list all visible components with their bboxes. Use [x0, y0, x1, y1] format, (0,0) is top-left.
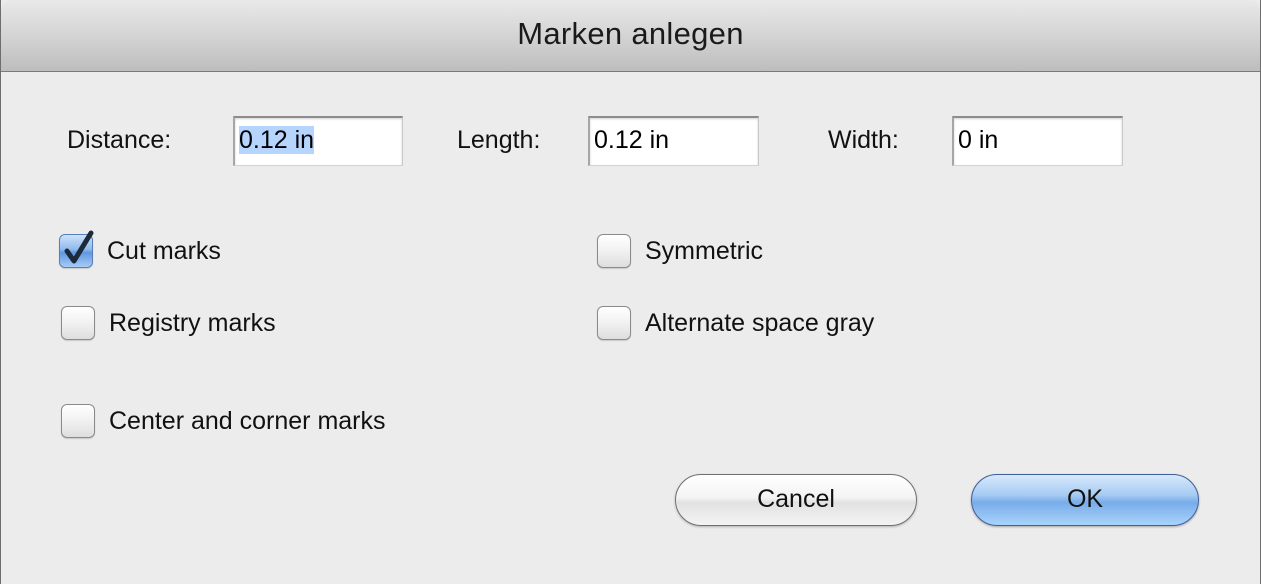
dialog-body: Distance: 0.12 in Length: 0.12 in Width:…: [1, 72, 1260, 584]
registry-marks-checkbox-box[interactable]: [61, 306, 95, 340]
center-corner-marks-checkbox-box[interactable]: [61, 404, 95, 438]
width-field[interactable]: 0 in: [952, 116, 1123, 166]
distance-field[interactable]: 0.12 in: [233, 116, 403, 166]
checkmark-icon: [64, 230, 94, 264]
symmetric-checkbox[interactable]: Symmetric: [597, 232, 837, 272]
registry-marks-label: Registry marks: [109, 309, 276, 337]
alternate-space-gray-label: Alternate space gray: [645, 309, 875, 337]
cut-marks-checkbox[interactable]: Cut marks: [59, 230, 299, 272]
center-corner-marks-checkbox[interactable]: Center and corner marks: [61, 402, 481, 442]
ok-button[interactable]: OK: [971, 474, 1199, 526]
distance-value: 0.12 in: [239, 126, 315, 154]
registry-marks-checkbox[interactable]: Registry marks: [61, 304, 361, 344]
width-label: Width:: [828, 126, 899, 154]
cut-marks-checkbox-box[interactable]: [59, 230, 94, 268]
length-label: Length:: [457, 126, 541, 154]
distance-label: Distance:: [67, 126, 172, 154]
alternate-space-gray-checkbox[interactable]: Alternate space gray: [597, 304, 957, 344]
symmetric-label: Symmetric: [645, 237, 764, 265]
marks-dialog: Marken anlegen Distance: 0.12 in Length:…: [0, 0, 1261, 584]
cancel-button[interactable]: Cancel: [675, 474, 917, 526]
cut-marks-label: Cut marks: [107, 237, 221, 265]
symmetric-checkbox-box[interactable]: [597, 234, 631, 268]
center-corner-marks-label: Center and corner marks: [109, 407, 386, 435]
title-bar[interactable]: Marken anlegen: [1, 0, 1260, 72]
dialog-title: Marken anlegen: [517, 16, 744, 51]
length-value: 0.12 in: [594, 126, 670, 154]
width-value: 0 in: [958, 126, 999, 154]
alternate-space-gray-checkbox-box[interactable]: [597, 306, 631, 340]
length-field[interactable]: 0.12 in: [588, 116, 759, 166]
